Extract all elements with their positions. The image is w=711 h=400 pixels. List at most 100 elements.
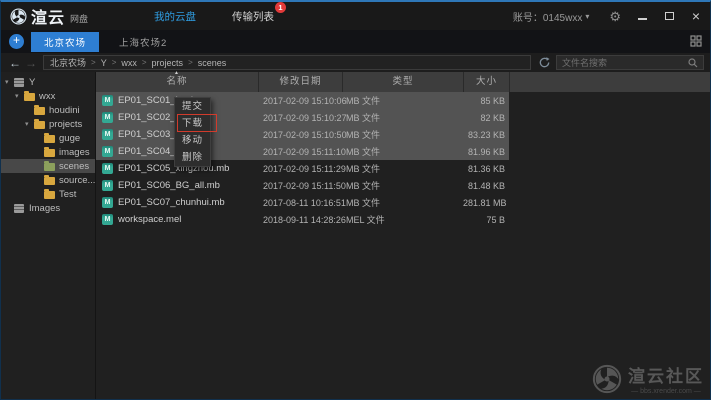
table-row[interactable]: M EP01_SC04_xia.m 2017-02-09 15:11:10 MB… bbox=[96, 143, 509, 160]
minimize-icon bbox=[638, 18, 647, 20]
tree-node-icon bbox=[34, 105, 46, 115]
table-row[interactable]: M EP01_SC07_chunhui.mb 2017-08-11 10:16:… bbox=[96, 194, 509, 211]
app-title: 渲云 bbox=[31, 4, 65, 28]
minimize-button[interactable] bbox=[636, 10, 648, 22]
maya-file-icon: M bbox=[102, 146, 113, 157]
breadcrumb-segment[interactable]: scenes bbox=[198, 58, 227, 68]
tree-item-label: houdini bbox=[49, 105, 80, 116]
context-menu-item-move[interactable]: 移动 bbox=[175, 132, 210, 149]
search-placeholder: 文件名搜索 bbox=[562, 56, 688, 69]
tree-item[interactable]: ▾ source... bbox=[1, 173, 95, 187]
tree-item[interactable]: ▾ Test bbox=[1, 187, 95, 201]
tree-item[interactable]: ▾ scenes bbox=[1, 159, 95, 173]
tree-node-icon bbox=[44, 133, 56, 143]
tree-item[interactable]: ▾ projects bbox=[1, 117, 95, 131]
file-size: 83.23 KB bbox=[463, 130, 509, 140]
account-dropdown-caret-icon[interactable]: ▾ bbox=[585, 12, 589, 21]
maximize-button[interactable] bbox=[663, 10, 675, 22]
tab-my-cloud[interactable]: 我的云盘 bbox=[154, 9, 196, 24]
tree-item[interactable]: ▾ houdini bbox=[1, 103, 95, 117]
breadcrumb-segment[interactable]: projects bbox=[152, 58, 184, 68]
file-date: 2017-02-09 15:10:06 bbox=[258, 96, 342, 106]
grid-view-icon[interactable] bbox=[690, 35, 702, 47]
context-menu-item-delete[interactable]: 删除 bbox=[175, 149, 210, 166]
file-name-cell: M EP01_SC06_BG_all.mb bbox=[96, 180, 258, 191]
table-row[interactable]: M workspace.mel 2018-09-11 14:28:26 MEL … bbox=[96, 211, 509, 228]
file-size: 75 B bbox=[463, 215, 509, 225]
column-header-type[interactable]: 类型 bbox=[342, 72, 463, 92]
column-header-name[interactable]: ▲ 名称 bbox=[96, 72, 258, 92]
file-type: MB 文件 bbox=[342, 179, 463, 192]
forward-button[interactable]: → bbox=[23, 57, 39, 69]
file-size: 81.36 KB bbox=[463, 164, 509, 174]
search-icon[interactable] bbox=[688, 58, 698, 68]
column-header-date[interactable]: 修改日期 bbox=[258, 72, 342, 92]
table-row[interactable]: M EP01_SC05_xingzhou.mb 2017-02-09 15:11… bbox=[96, 160, 509, 177]
file-type: MB 文件 bbox=[342, 128, 463, 141]
context-menu-item-submit[interactable]: 提交 bbox=[175, 98, 210, 115]
table-row[interactable]: M EP01_SC03_tank 2017-02-09 15:10:50 MB … bbox=[96, 126, 509, 143]
app-subtitle: 网盘 bbox=[70, 12, 88, 25]
tree-item[interactable]: ▾ wxx bbox=[1, 89, 95, 103]
file-date: 2017-02-09 15:10:50 bbox=[258, 130, 342, 140]
tree-item-label: Y bbox=[29, 77, 35, 88]
settings-gear-icon[interactable]: ⚙ bbox=[609, 10, 621, 23]
account-label[interactable]: 账号：0145wxx bbox=[513, 9, 582, 24]
search-input[interactable]: 文件名搜索 bbox=[556, 55, 704, 70]
farm-tab-beijing[interactable]: 北京农场 bbox=[31, 32, 99, 52]
tab-transfer-list[interactable]: 传输列表 1 bbox=[232, 9, 274, 24]
tree-caret-icon[interactable]: ▾ bbox=[25, 121, 34, 128]
table-header: ▲ 名称 修改日期 类型 大小 bbox=[96, 72, 710, 92]
maya-file-icon: M bbox=[102, 129, 113, 140]
app-logo: 渲云 网盘 bbox=[10, 4, 88, 28]
file-name-cell: M EP01_SC07_chunhui.mb bbox=[96, 197, 258, 208]
titlebar-right: 账号：0145wxx ▾ ⚙ × bbox=[513, 2, 702, 30]
file-type: MEL 文件 bbox=[342, 213, 463, 226]
app-logo-icon bbox=[10, 8, 27, 25]
tree-item[interactable]: ▾ guge bbox=[1, 131, 95, 145]
farm-tab-shanghai[interactable]: 上海农场2 bbox=[106, 32, 180, 52]
breadcrumb-segment[interactable]: wxx bbox=[121, 58, 137, 68]
tree-item-label: Test bbox=[59, 189, 76, 200]
file-size: 85 KB bbox=[463, 96, 509, 106]
file-date: 2017-08-11 10:16:51 bbox=[258, 198, 342, 208]
file-size: 81.96 KB bbox=[463, 147, 509, 157]
tab-transfer-list-label: 传输列表 bbox=[232, 11, 274, 23]
watermark-logo-icon bbox=[592, 364, 622, 394]
add-farm-button[interactable]: + bbox=[9, 34, 24, 49]
table-row[interactable]: M EP01_SC06_BG_all.mb 2017-02-09 15:11:5… bbox=[96, 177, 509, 194]
breadcrumb-separator: > bbox=[91, 58, 96, 67]
table-row[interactable]: M EP01_SC02_quan 2017-02-09 15:10:27 MB … bbox=[96, 109, 509, 126]
column-header-size[interactable]: 大小 bbox=[463, 72, 509, 92]
tree-caret-icon[interactable]: ▾ bbox=[15, 93, 24, 100]
back-button[interactable]: ← bbox=[7, 57, 23, 69]
tree-item[interactable]: ▾ Images bbox=[1, 201, 95, 215]
file-size: 81.48 KB bbox=[463, 181, 509, 191]
table-row[interactable]: M EP01_SC01_kaola 2017-02-09 15:10:06 MB… bbox=[96, 92, 509, 109]
refresh-icon[interactable] bbox=[538, 56, 551, 69]
tree-node-icon bbox=[14, 78, 26, 87]
watermark-url: — bbs.xrender.com — bbox=[631, 388, 701, 395]
breadcrumb-segment[interactable]: Y bbox=[101, 58, 107, 68]
breadcrumb-segment[interactable]: 北京农场 bbox=[50, 56, 86, 69]
maya-file-icon: M bbox=[102, 163, 113, 174]
maya-file-icon: M bbox=[102, 95, 113, 106]
close-icon: × bbox=[692, 11, 700, 21]
annotation-highlight-box bbox=[177, 114, 217, 132]
tree-item-label: source... bbox=[59, 175, 95, 186]
breadcrumb-separator: > bbox=[142, 58, 147, 67]
file-type: MB 文件 bbox=[342, 94, 463, 107]
close-button[interactable]: × bbox=[690, 10, 702, 22]
tree-caret-icon[interactable]: ▾ bbox=[5, 79, 14, 86]
file-date: 2017-02-09 15:11:29 bbox=[258, 164, 342, 174]
file-size: 82 KB bbox=[463, 113, 509, 123]
file-name: workspace.mel bbox=[118, 214, 181, 225]
tree-item[interactable]: ▾ Y bbox=[1, 75, 95, 89]
tree-item[interactable]: ▾ images bbox=[1, 145, 95, 159]
file-date: 2017-02-09 15:11:10 bbox=[258, 147, 342, 157]
watermark-title: 渲云社区 bbox=[628, 362, 704, 387]
maya-file-icon: M bbox=[102, 112, 113, 123]
file-type: MB 文件 bbox=[342, 111, 463, 124]
file-size: 281.81 MB bbox=[463, 198, 509, 208]
breadcrumb[interactable]: 北京农场 > Y > wxx > projects > scenes bbox=[43, 55, 531, 70]
